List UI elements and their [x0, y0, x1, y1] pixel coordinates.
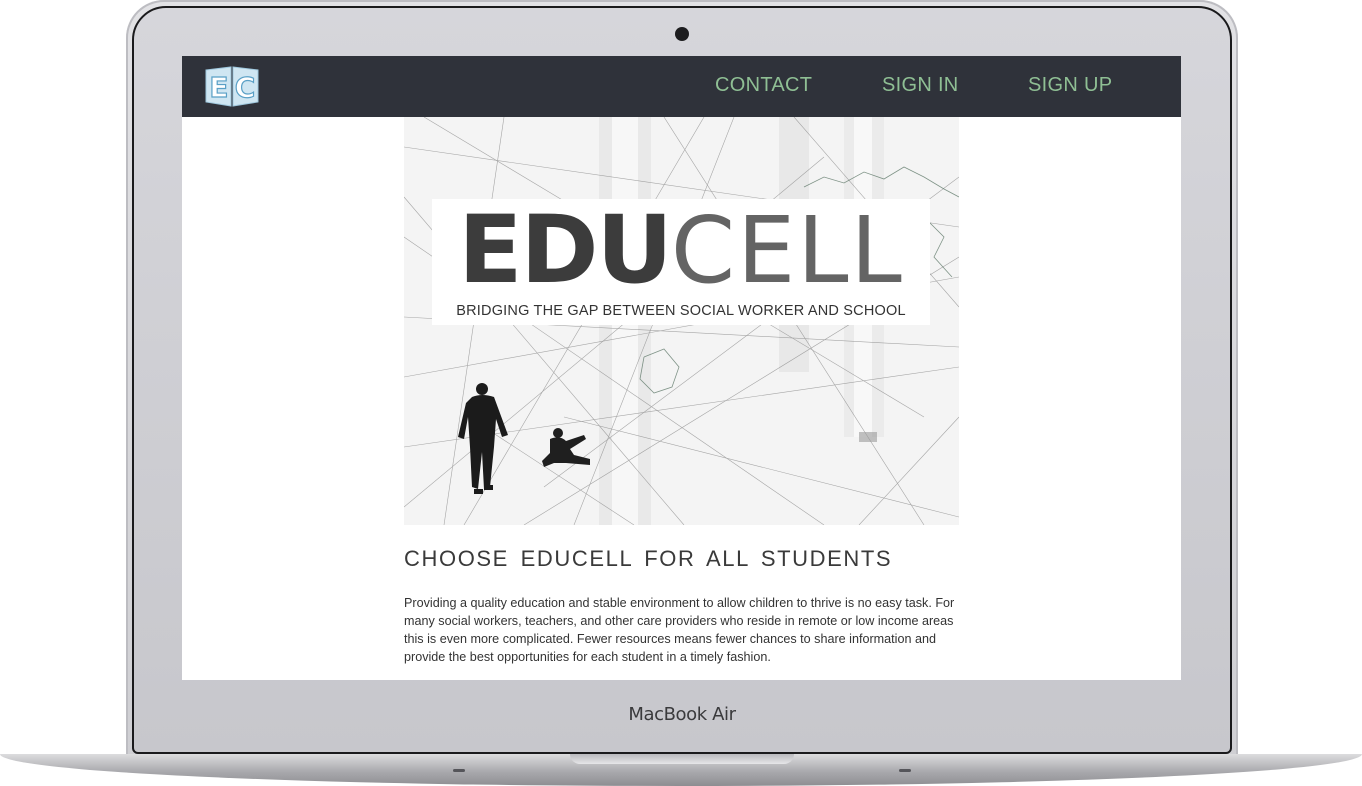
laptop-hinge-notch	[570, 754, 794, 764]
laptop-foot	[453, 769, 465, 772]
nav-link-sign-up[interactable]: SIGN UP	[1028, 74, 1112, 97]
hero-subtitle: BRIDGING THE GAP BETWEEN SOCIAL WORKER A…	[456, 303, 906, 319]
device-brand-label: MacBook Air	[628, 704, 736, 725]
navbar: E C CONTACT SIGN IN SIGN UP	[182, 56, 1181, 117]
nav-link-contact[interactable]: CONTACT	[715, 74, 812, 97]
section-heading: CHOOSE EDUCELL FOR ALL STUDENTS	[404, 546, 893, 571]
hero-title: EDUCELL	[432, 201, 930, 301]
laptop-foot	[899, 769, 911, 772]
hero-title-bold: EDU	[458, 196, 673, 305]
hero-title-light: CELL	[670, 197, 904, 304]
nav-link-sign-in[interactable]: SIGN IN	[882, 74, 959, 97]
browser-screen: E C CONTACT SIGN IN SIGN UP EDUCELL BRID…	[182, 56, 1181, 680]
hero-title-panel: EDUCELL BRIDGING THE GAP BETWEEN SOCIAL …	[432, 199, 930, 325]
intro-paragraph: Providing a quality education and stable…	[404, 596, 955, 664]
logo-text: E	[209, 71, 228, 104]
hero-image: EDUCELL BRIDGING THE GAP BETWEEN SOCIAL …	[404, 117, 959, 525]
logo-text: C	[235, 71, 256, 104]
educell-logo-icon[interactable]: E C	[204, 64, 260, 108]
camera-icon	[675, 27, 689, 41]
